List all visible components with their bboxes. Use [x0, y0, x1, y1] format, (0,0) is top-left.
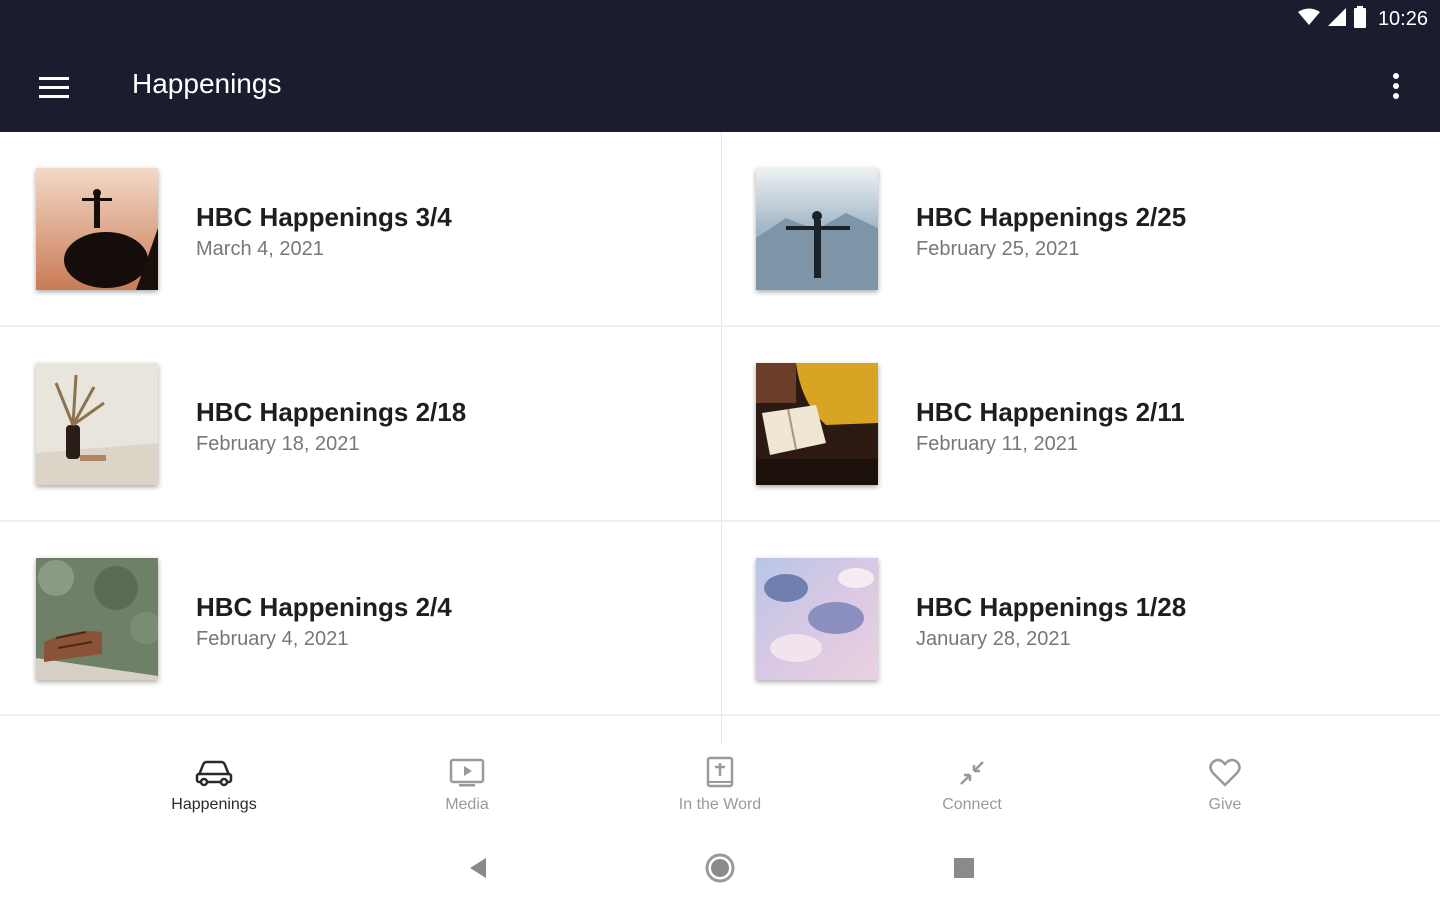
happenings-grid: HBC Happenings 3/4 March 4, 2021 HBC Hap… — [0, 132, 1440, 744]
wifi-icon — [1297, 8, 1320, 31]
car-icon — [195, 756, 233, 790]
status-bar: 10:26 — [0, 0, 1440, 40]
thumbnail-image — [756, 363, 878, 485]
item-date: February 4, 2021 — [196, 628, 349, 650]
more-vert-icon[interactable] — [1372, 62, 1420, 110]
happening-card[interactable]: HBC Happenings 2/4 February 4, 2021 — [0, 522, 720, 716]
happening-card[interactable]: HBC Happenings 2/25 February 25, 2021 — [720, 132, 1440, 326]
happening-card[interactable]: HBC Happenings 3/4 March 4, 2021 — [0, 132, 720, 326]
nav-tab-media[interactable]: Media — [387, 756, 547, 826]
item-title: HBC Happenings 2/11 — [916, 397, 1185, 427]
nav-label: Happenings — [171, 796, 257, 813]
happening-card[interactable]: HBC Happenings 1/28 January 28, 2021 — [720, 522, 1440, 716]
thumbnail-image — [36, 558, 158, 680]
bottom-navigation: Happenings Media In the Word Connect Giv… — [0, 744, 1440, 834]
battery-icon — [1353, 6, 1366, 33]
item-title: HBC Happenings 3/4 — [196, 202, 452, 232]
happening-card[interactable]: HBC Happenings 2/18 February 18, 2021 — [0, 327, 720, 521]
nav-tab-connect[interactable]: Connect — [892, 756, 1052, 826]
item-date: February 25, 2021 — [916, 238, 1080, 260]
recents-icon[interactable] — [946, 850, 982, 886]
system-navigation-bar — [0, 834, 1440, 900]
app-bar: Happenings — [0, 40, 1440, 132]
bible-icon — [706, 756, 734, 790]
item-date: January 28, 2021 — [916, 628, 1071, 650]
nav-label: In the Word — [678, 796, 762, 813]
cell-signal-icon — [1327, 8, 1346, 31]
item-date: February 18, 2021 — [196, 433, 360, 455]
thumbnail-image — [36, 363, 158, 485]
nav-tab-in-the-word[interactable]: In the Word — [640, 756, 800, 826]
thumbnail-image — [756, 168, 878, 290]
nav-tab-happenings[interactable]: Happenings — [134, 756, 294, 826]
status-time: 10:26 — [1377, 8, 1428, 30]
item-title: HBC Happenings 2/18 — [196, 397, 467, 427]
heart-icon — [1209, 756, 1241, 790]
thumbnail-image — [756, 558, 878, 680]
connect-arrows-icon — [957, 756, 987, 790]
item-date: February 11, 2021 — [916, 433, 1078, 455]
home-icon[interactable] — [702, 850, 738, 886]
item-date: March 4, 2021 — [196, 238, 324, 260]
status-icons: 10:26 — [1297, 6, 1428, 33]
hamburger-menu-icon[interactable] — [26, 60, 82, 116]
item-title: HBC Happenings 2/25 — [916, 202, 1187, 232]
item-title: HBC Happenings 2/4 — [196, 592, 452, 622]
tv-play-icon — [449, 756, 485, 790]
thumbnail-image — [36, 168, 158, 290]
nav-label: Media — [445, 796, 489, 813]
item-title: HBC Happenings 1/28 — [916, 592, 1187, 622]
nav-tab-give[interactable]: Give — [1145, 756, 1305, 826]
happening-card[interactable]: HBC Happenings 2/11 February 11, 2021 — [720, 327, 1440, 521]
back-icon[interactable] — [460, 850, 496, 886]
page-title: Happenings — [132, 68, 282, 99]
nav-label: Connect — [942, 796, 1002, 813]
nav-label: Give — [1208, 796, 1242, 813]
